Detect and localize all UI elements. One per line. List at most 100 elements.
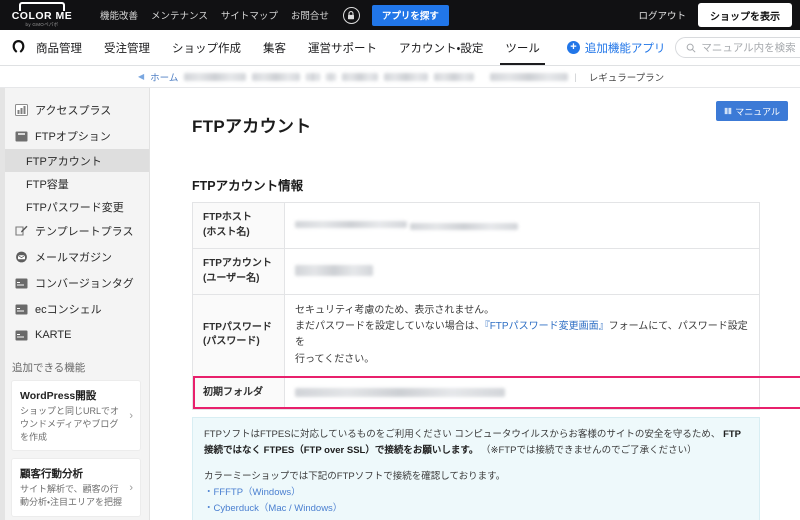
- breadcrumb-redacted: [326, 72, 337, 81]
- breadcrumb-redacted: [306, 72, 321, 81]
- row-value-ftp-host: [284, 202, 760, 249]
- search-input[interactable]: マニュアル内を検索: [675, 37, 800, 58]
- row-label-line1: 初期フォルダ: [203, 386, 263, 398]
- lock-icon[interactable]: [342, 6, 360, 24]
- ftp-software-link-cyberduck[interactable]: ・Cyberduck（Mac / Windows）: [204, 503, 342, 514]
- main-content: マニュアル FTPアカウント FTPアカウント情報 FTPホスト (ホスト名) …: [150, 88, 800, 520]
- folder-icon: [14, 130, 28, 143]
- sidebar-item-label: FTPオプション: [35, 131, 111, 143]
- sidebar: アクセスプラス FTPオプション FTPアカウント FTP容量 FTPパスワード…: [0, 88, 150, 520]
- nav-item-support[interactable]: 運営サポート: [297, 30, 388, 65]
- sidebar-item-label: KARTE: [35, 329, 72, 341]
- view-shop-button[interactable]: ショップを表示: [698, 3, 792, 27]
- nav-item-account-settings[interactable]: アカウント・設定: [388, 30, 494, 65]
- pepabo-logo-icon[interactable]: [12, 30, 25, 65]
- nav-items: 商品管理 受注管理 ショップ作成 集客 運営サポート アカウント・設定 ツール: [25, 30, 551, 65]
- top-utility-bar: COLOR ME by GMOペパボ 機能改善 メンテナンス サイトマップ お問…: [0, 0, 800, 30]
- password-note-line2: まだパスワードを設定していない場合は、『FTPパスワード変更画面』フォームにて、…: [295, 319, 749, 351]
- sidebar-item-ec-concier[interactable]: ecコンシェル: [0, 296, 149, 322]
- sidebar-item-ftp-capacity[interactable]: FTP容量: [0, 172, 149, 195]
- sidebar-item-label: アクセスプラス: [35, 105, 112, 117]
- nav-item-tools[interactable]: ツール: [494, 30, 551, 65]
- ftp-info-table: FTPホスト (ホスト名) FTPアカウント (ユーザー名) FTPパスワード …: [192, 202, 800, 410]
- search-area: マニュアル内を検索: [675, 30, 800, 65]
- sidebar-item-access-plus[interactable]: アクセスプラス: [0, 97, 149, 123]
- sidebar-item-ftp-account[interactable]: FTPアカウント: [0, 149, 149, 172]
- password-note-pre: まだパスワードを設定していない場合は、: [295, 321, 485, 333]
- notice-text-c: （※FTPでは接続できませんのでご了承ください）: [481, 445, 697, 457]
- sidebar-section-label: 追加できる機能: [12, 362, 86, 374]
- sidebar-item-label: メールマガジン: [35, 252, 112, 264]
- sidebar-item-ftp-password[interactable]: FTPパスワード変更: [0, 195, 149, 218]
- row-label-initial-folder: 初期フォルダ: [192, 375, 285, 410]
- chevron-right-icon: ›: [129, 481, 133, 494]
- top-link-contact[interactable]: お問合せ: [291, 8, 329, 22]
- brand-subtitle: by GMOペパボ: [25, 22, 59, 27]
- top-link-sitemap[interactable]: サイトマップ: [221, 8, 278, 22]
- sidebar-item-ftp-option[interactable]: FTPオプション: [0, 123, 149, 149]
- manual-button[interactable]: マニュアル: [716, 101, 788, 121]
- breadcrumb-redacted: [434, 72, 475, 81]
- nav-item-orders[interactable]: 受注管理: [93, 30, 161, 65]
- section-title-ftp-info: FTPアカウント情報: [192, 179, 304, 193]
- book-icon: [724, 107, 732, 115]
- nav-extra-apps-label: 追加機能アプリ: [584, 42, 666, 55]
- breadcrumb-redacted: [384, 72, 429, 81]
- page-body: アクセスプラス FTPオプション FTPアカウント FTP容量 FTPパスワード…: [0, 88, 800, 520]
- sidebar-item-karte[interactable]: KARTE: [0, 322, 149, 348]
- ftp-software-link-ffftp[interactable]: ・FFFTP（Windows）: [204, 487, 301, 498]
- notice-paragraph-2: カラーミーショップでは下記のFTPソフトで接続を確認しております。: [204, 470, 506, 482]
- logout-link[interactable]: ログアウト: [638, 8, 686, 22]
- colorme-logo[interactable]: COLOR ME by GMOペパボ: [6, 2, 78, 28]
- notice-link-list: ・FFFTP（Windows） ・Cyberduck（Mac / Windows…: [204, 485, 748, 518]
- search-icon: [687, 43, 696, 53]
- plus-icon: +: [566, 41, 580, 54]
- breadcrumb-plan-label: レギュラープラン: [588, 72, 665, 84]
- notice-text-a: FTPソフトはFTPESに対応しているものをご利用ください コンピュータウイルス…: [204, 428, 721, 440]
- promo-card-wordpress[interactable]: WordPress開設 ショップと同じURLでオウンドメディアやブログを作成 ›: [12, 381, 140, 451]
- row-value-ftp-password: セキュリティ考慮のため、表示されません。 まだパスワードを設定していない場合は、…: [284, 294, 760, 377]
- brand-name: COLOR ME: [11, 10, 73, 22]
- top-link-improvements[interactable]: 機能改善: [100, 8, 138, 22]
- top-link-maintenance[interactable]: メンテナンス: [151, 8, 208, 22]
- row-label-line2: (パスワード): [203, 336, 260, 348]
- manual-button-label: マニュアル: [735, 106, 780, 117]
- sidebar-item-label: ecコンシェル: [35, 304, 102, 316]
- nav-item-shop-build[interactable]: ショップ作成: [161, 30, 252, 65]
- sidebar-item-label: テンプレートプラス: [35, 226, 134, 238]
- row-label-ftp-password: FTPパスワード (パスワード): [192, 294, 285, 377]
- promo-title: WordPress開設: [20, 390, 97, 402]
- tag-icon: [14, 303, 28, 316]
- promo-title: 顧客行動分析: [20, 468, 83, 481]
- sidebar-item-conversion-tag[interactable]: コンバージョンタグ: [0, 270, 149, 296]
- top-utility-links: 機能改善 メンテナンス サイトマップ お問合せ: [100, 8, 329, 22]
- promo-description: サイト解析で、顧客の行動分析・注目エリアを把握: [20, 484, 123, 508]
- tag-icon: [14, 277, 28, 290]
- notice-paragraph-1: FTPソフトはFTPESに対応しているものをご利用ください コンピュータウイルス…: [204, 427, 748, 460]
- chevron-right-icon: ›: [129, 409, 133, 422]
- row-label-ftp-host: FTPホスト (ホスト名): [192, 202, 285, 249]
- ftp-password-change-link[interactable]: 『FTPパスワード変更画面』: [485, 321, 609, 332]
- table-row-ftp-password: FTPパスワード (パスワード) セキュリティ考慮のため、表示されません。 まだ…: [192, 294, 760, 377]
- tag-icon: [14, 329, 28, 342]
- nav-item-marketing[interactable]: 集客: [252, 30, 297, 65]
- mail-icon: [14, 251, 28, 264]
- breadcrumb-redacted: [490, 72, 569, 81]
- row-label-line2: (ユーザー名): [203, 272, 260, 284]
- promo-card-behavior-analysis[interactable]: 顧客行動分析 サイト解析で、顧客の行動分析・注目エリアを把握 ›: [12, 459, 140, 516]
- password-note-line3: 行ってください。: [295, 353, 375, 365]
- breadcrumb-home-link[interactable]: ホーム: [150, 70, 178, 84]
- chart-icon: [14, 104, 28, 117]
- sidebar-item-mail-magazine[interactable]: メールマガジン: [0, 244, 149, 270]
- nav-extra-apps[interactable]: + 追加機能アプリ: [557, 30, 676, 65]
- table-row-ftp-account: FTPアカウント (ユーザー名): [192, 248, 760, 295]
- row-label-line2: (ホスト名): [203, 226, 250, 238]
- redacted-value: [295, 265, 373, 277]
- find-apps-button[interactable]: アプリを探す: [371, 4, 449, 26]
- password-note-line1: セキュリティ考慮のため、表示されません。: [295, 305, 495, 316]
- nav-item-products[interactable]: 商品管理: [25, 30, 93, 65]
- redacted-value: [295, 221, 407, 229]
- sidebar-item-template-plus[interactable]: テンプレートプラス: [0, 218, 149, 244]
- edit-icon: [14, 225, 28, 238]
- page-title: FTPアカウント: [192, 117, 312, 136]
